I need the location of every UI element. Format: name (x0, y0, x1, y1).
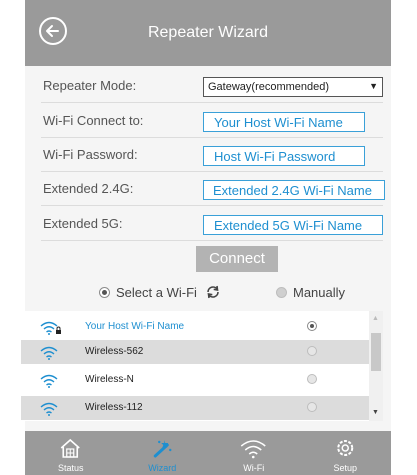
wifi-signal-icon (40, 346, 58, 360)
wifi-password-field[interactable]: Host Wi-Fi Password (203, 146, 365, 166)
nav-wizard-label: Wizard (148, 463, 177, 473)
nav-wizard[interactable]: Wizard (117, 431, 209, 475)
wifi-connect-row: Wi-Fi Connect to: Your Host Wi-Fi Name (41, 103, 383, 138)
wifi-list-item[interactable]: Wireless-562 (21, 340, 369, 364)
manual-label: Manually (293, 285, 346, 300)
extended-24g-row: Extended 2.4G: Extended 2.4G Wi-Fi Name (41, 171, 385, 206)
magic-wand-icon (153, 440, 171, 458)
nav-setup[interactable]: Setup (300, 431, 392, 475)
wifi-signal-icon (40, 402, 58, 416)
connect-button[interactable]: Connect (196, 246, 278, 272)
wifi-select-radio[interactable] (307, 321, 317, 331)
manual-option[interactable]: Manually (276, 285, 345, 300)
wifi-name: Your Host Wi-Fi Name (85, 321, 185, 332)
home-icon (60, 438, 80, 458)
bottom-nav: Status Wizard Wi-Fi Setup (25, 431, 391, 475)
wifi-connect-field[interactable]: Your Host Wi-Fi Name (203, 112, 365, 132)
wifi-list[interactable]: Your Host Wi-Fi Name Wireless-562 Wirele… (21, 311, 383, 421)
select-wifi-option[interactable]: Select a Wi-Fi (99, 285, 221, 300)
wifi-list-scrollbar[interactable]: ▲ ▼ (369, 311, 383, 421)
nav-status[interactable]: Status (25, 431, 117, 475)
wifi-name: Wireless-N (85, 374, 134, 385)
select-wifi-label: Select a Wi-Fi (116, 285, 197, 300)
wifi-signal-icon (40, 374, 58, 388)
wifi-name: Wireless-112 (85, 402, 143, 413)
wifi-list-item[interactable]: Your Host Wi-Fi Name (21, 315, 369, 339)
wifi-list-item[interactable]: Wireless-N (21, 368, 369, 392)
extended-5g-label: Extended 5G: (43, 216, 123, 231)
wifi-list-item[interactable]: Wireless-112 (21, 396, 369, 420)
wifi-signal-icon (40, 321, 61, 335)
repeater-mode-select[interactable]: Gateway(recommended) ▼ (203, 77, 383, 97)
page-title: Repeater Wizard (147, 24, 269, 41)
gear-icon (336, 440, 353, 456)
wifi-select-radio[interactable] (307, 374, 317, 384)
repeater-mode-row: Repeater Mode: Gateway(recommended) ▼ (41, 68, 383, 103)
wifi-select-radio[interactable] (307, 346, 317, 356)
extended-5g-field[interactable]: Extended 5G Wi-Fi Name (203, 215, 383, 235)
wifi-select-radio[interactable] (307, 402, 317, 412)
wifi-password-label: Wi-Fi Password: (43, 147, 138, 162)
scroll-down-icon[interactable]: ▼ (372, 409, 379, 416)
repeater-mode-value: Gateway(recommended) (208, 81, 330, 93)
repeater-mode-label: Repeater Mode: (43, 78, 137, 93)
nav-setup-label: Setup (333, 463, 358, 473)
refresh-icon[interactable] (205, 285, 221, 299)
nav-wifi[interactable]: Wi-Fi (208, 431, 300, 475)
manual-radio[interactable] (276, 287, 287, 298)
wifi-connect-label: Wi-Fi Connect to: (43, 113, 144, 128)
extended-24g-field[interactable]: Extended 2.4G Wi-Fi Name (203, 180, 385, 200)
nav-status-label: Status (57, 463, 84, 473)
dropdown-arrow-icon: ▼ (369, 81, 378, 91)
nav-wifi-label: Wi-Fi (243, 463, 265, 473)
wifi-icon (240, 440, 266, 459)
wifi-name: Wireless-562 (85, 346, 144, 357)
extended-24g-label: Extended 2.4G: (43, 181, 134, 196)
header-bar: Repeater Wizard (25, 0, 391, 66)
select-wifi-radio[interactable] (99, 287, 110, 298)
wifi-password-row: Wi-Fi Password: Host Wi-Fi Password (41, 137, 383, 172)
scroll-thumb[interactable] (371, 333, 381, 371)
scroll-up-icon[interactable]: ▲ (372, 315, 379, 322)
extended-5g-row: Extended 5G: Extended 5G Wi-Fi Name (41, 206, 383, 241)
